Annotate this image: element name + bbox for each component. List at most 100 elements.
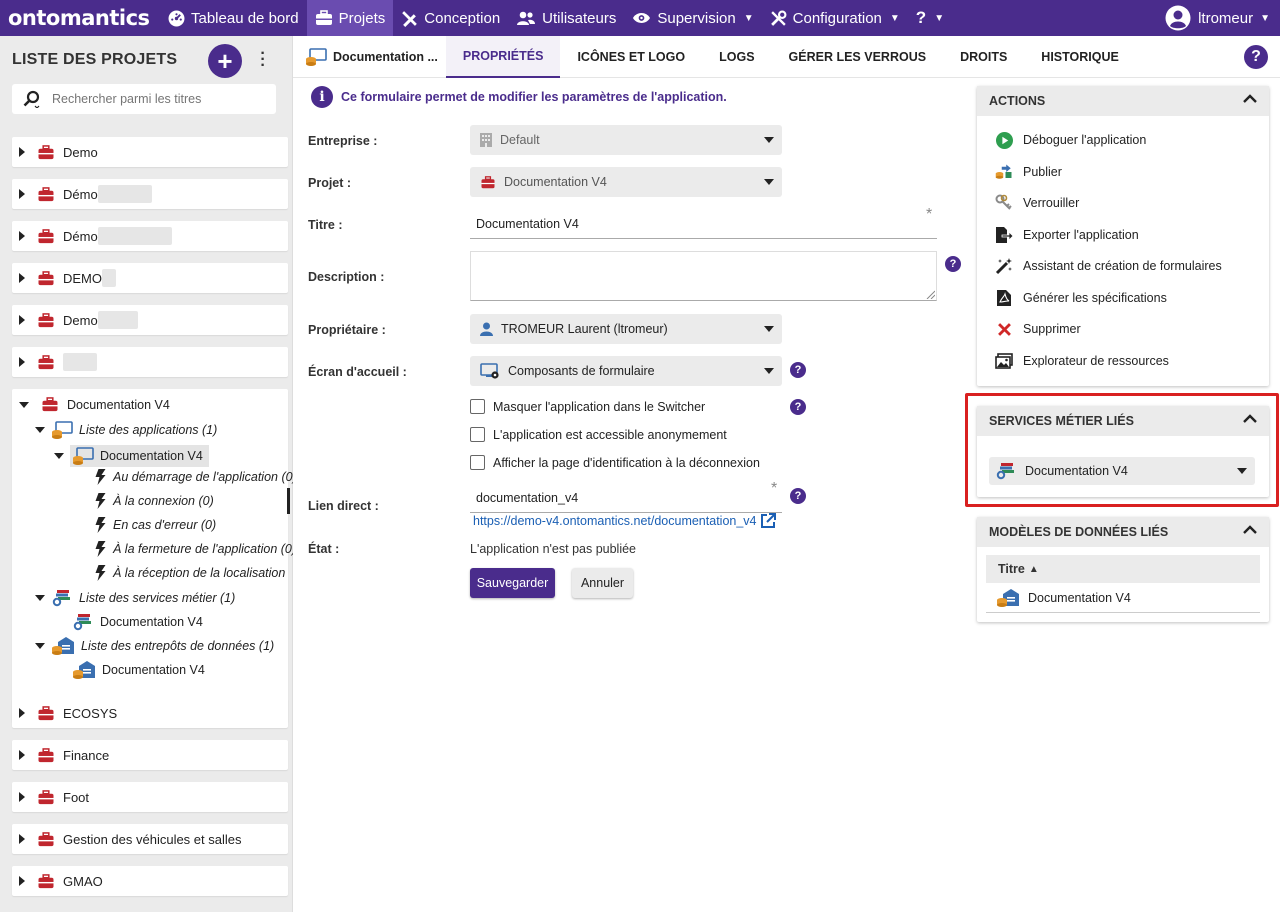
- chevron-up-icon[interactable]: [1243, 525, 1257, 535]
- models-panel-header[interactable]: MODÈLES DE DONNÉES LIÉS: [977, 517, 1269, 547]
- help-icon[interactable]: ?: [945, 256, 961, 272]
- tree-node-app[interactable]: Documentation V4: [54, 445, 209, 467]
- title-field[interactable]: Documentation V4: [470, 209, 937, 239]
- project-item[interactable]: Demo: [12, 137, 288, 167]
- nav-projects[interactable]: Projets: [306, 0, 394, 36]
- add-project-button[interactable]: +: [208, 44, 242, 78]
- project-item[interactable]: Finance: [12, 740, 288, 770]
- home-screen-select[interactable]: Composants de formulaire: [470, 356, 782, 386]
- nav-users[interactable]: Utilisateurs: [508, 0, 624, 36]
- tab-properties[interactable]: PROPRIÉTÉS: [445, 35, 561, 78]
- anonymous-access-checkbox[interactable]: L'application est accessible anonymement: [470, 427, 727, 442]
- expand-caret-icon[interactable]: [19, 834, 25, 844]
- selected-app[interactable]: Documentation V4: [70, 445, 209, 467]
- direct-link-url[interactable]: https://demo-v4.ontomantics.net/document…: [473, 514, 757, 528]
- chevron-up-icon[interactable]: [1243, 94, 1257, 104]
- action-resource-explorer[interactable]: Explorateur de ressources: [995, 352, 1169, 370]
- linked-service-select[interactable]: Documentation V4: [989, 457, 1255, 485]
- tab-history[interactable]: HISTORIQUE: [1024, 36, 1136, 78]
- enterprise-select[interactable]: Default: [470, 125, 782, 155]
- project-header[interactable]: Documentation V4: [19, 397, 170, 412]
- help-icon[interactable]: ?: [790, 399, 806, 415]
- owner-select[interactable]: TROMEUR Laurent (ltromeur): [470, 314, 782, 344]
- tab-logs[interactable]: LOGS: [702, 36, 771, 78]
- expand-caret-icon[interactable]: [19, 792, 25, 802]
- action-delete[interactable]: Supprimer: [995, 320, 1081, 338]
- nav-help[interactable]: ? ▼: [908, 0, 952, 36]
- project-select[interactable]: Documentation V4: [470, 167, 782, 197]
- expand-caret-icon[interactable]: [19, 708, 25, 718]
- save-button[interactable]: Sauvegarder: [470, 568, 555, 598]
- expand-caret-icon[interactable]: [19, 315, 25, 325]
- sidebar-scrollbar[interactable]: [287, 488, 290, 514]
- more-options-icon[interactable]: · · ·: [258, 46, 268, 74]
- project-item[interactable]: ECOSYS: [12, 698, 288, 728]
- action-generate-specs[interactable]: Générer les spécifications: [995, 289, 1167, 307]
- external-link-icon[interactable]: [760, 513, 776, 529]
- action-form-wizard[interactable]: Assistant de création de formulaires: [995, 257, 1222, 275]
- collapse-caret-icon[interactable]: [19, 401, 29, 408]
- checkbox[interactable]: [470, 455, 485, 470]
- tree-node-event[interactable]: À la connexion (0): [94, 493, 214, 509]
- expand-caret-icon[interactable]: [19, 750, 25, 760]
- expand-caret-icon[interactable]: [19, 231, 25, 241]
- expand-caret-icon[interactable]: [19, 147, 25, 157]
- project-item[interactable]: [12, 347, 288, 377]
- resize-handle-icon[interactable]: [926, 290, 935, 299]
- tree-node-service[interactable]: Documentation V4: [72, 613, 203, 631]
- tree-node-store[interactable]: Documentation V4: [72, 661, 205, 679]
- collapse-caret-icon[interactable]: [35, 595, 45, 601]
- project-item[interactable]: Gestion des véhicules et salles: [12, 824, 288, 854]
- action-export[interactable]: Exporter l'application: [995, 226, 1139, 244]
- expand-caret-icon[interactable]: [19, 273, 25, 283]
- description-field[interactable]: [470, 251, 937, 301]
- project-item[interactable]: GMAO: [12, 866, 288, 896]
- tab-rights[interactable]: DROITS: [943, 36, 1024, 78]
- project-item[interactable]: DEMO: [12, 263, 288, 293]
- tree-node-event[interactable]: En cas d'erreur (0): [94, 517, 216, 533]
- expand-caret-icon[interactable]: [19, 189, 25, 199]
- direct-link-field[interactable]: documentation_v4: [470, 483, 782, 513]
- actions-panel-header[interactable]: ACTIONS: [977, 86, 1269, 116]
- collapse-caret-icon[interactable]: [35, 643, 45, 649]
- services-panel-header[interactable]: SERVICES MÉTIER LIÉS: [977, 406, 1269, 436]
- user-menu[interactable]: ltromeur ▼: [1165, 0, 1270, 36]
- expand-caret-icon[interactable]: [19, 876, 25, 886]
- action-lock[interactable]: Verrouiller: [995, 194, 1079, 212]
- checkbox[interactable]: [470, 399, 485, 414]
- cancel-button[interactable]: Annuler: [572, 568, 633, 598]
- tab-icons-logo[interactable]: ICÔNES ET LOGO: [560, 36, 702, 78]
- nav-dashboard[interactable]: Tableau de bord: [160, 0, 307, 36]
- collapse-caret-icon[interactable]: [35, 427, 45, 433]
- help-icon[interactable]: ?: [790, 488, 806, 504]
- app-logo[interactable]: ontomantics: [0, 6, 160, 30]
- project-item[interactable]: Démo: [12, 221, 288, 251]
- action-debug[interactable]: Déboguer l'application: [995, 131, 1146, 149]
- nav-conception[interactable]: Conception: [393, 0, 508, 36]
- tree-node-event[interactable]: Au démarrage de l'application (0): [94, 469, 297, 485]
- tab-application-title[interactable]: Documentation ...: [293, 36, 446, 78]
- help-icon[interactable]: ?: [790, 362, 806, 378]
- project-item[interactable]: Demo: [12, 305, 288, 335]
- project-item[interactable]: Foot: [12, 782, 288, 812]
- nav-supervision[interactable]: Supervision ▼: [624, 0, 761, 36]
- collapse-caret-icon[interactable]: [54, 453, 64, 459]
- tree-node-stores[interactable]: Liste des entrepôts de données (1): [35, 637, 274, 655]
- expand-caret-icon[interactable]: [19, 357, 25, 367]
- tab-locks[interactable]: GÉRER LES VERROUS: [772, 36, 944, 78]
- tree-node-event[interactable]: À la fermeture de l'application (0): [94, 541, 296, 557]
- tree-node-event[interactable]: À la réception de la localisation (0: [94, 565, 288, 581]
- project-item[interactable]: Démo: [12, 179, 288, 209]
- hide-in-switcher-checkbox[interactable]: Masquer l'application dans le Switcher: [470, 399, 705, 414]
- nav-configuration[interactable]: Configuration ▼: [762, 0, 908, 36]
- checkbox[interactable]: [470, 427, 485, 442]
- tree-node-applications[interactable]: Liste des applications (1): [35, 421, 217, 439]
- tree-node-services[interactable]: Liste des services métier (1): [35, 589, 235, 607]
- show-login-on-logout-checkbox[interactable]: Afficher la page d'identification à la d…: [470, 455, 760, 470]
- action-publish[interactable]: Publier: [995, 163, 1062, 181]
- models-table-header[interactable]: Titre ▲: [986, 555, 1260, 583]
- help-button[interactable]: ?: [1244, 45, 1268, 69]
- chevron-up-icon[interactable]: [1243, 414, 1257, 424]
- search-input[interactable]: [52, 92, 262, 106]
- table-row[interactable]: Documentation V4: [986, 583, 1260, 613]
